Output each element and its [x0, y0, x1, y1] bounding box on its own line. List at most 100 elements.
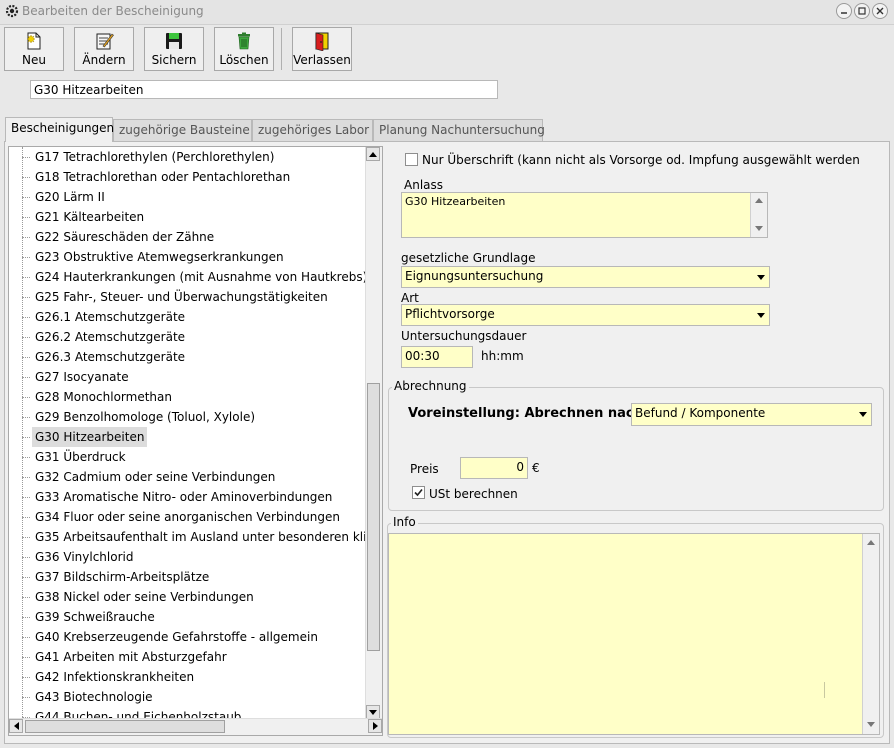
list-item-label: G40 Krebserzeugende Gefahrstoffe - allge…: [35, 630, 318, 644]
price-input[interactable]: 0: [460, 457, 528, 479]
tree-branch-line: [22, 477, 30, 478]
tree-branch-line: [22, 577, 30, 578]
maximize-icon: [858, 7, 866, 15]
tree-line: [22, 147, 23, 719]
billing-preset-label: Voreinstellung: Abrechnen nach: [408, 406, 643, 421]
exit-button[interactable]: Verlassen: [292, 27, 352, 71]
duration-input[interactable]: 00:30: [401, 346, 473, 368]
only-heading-checkbox[interactable]: [405, 153, 418, 166]
tree-branch-line: [22, 257, 30, 258]
list-vertical-scrollbar[interactable]: [365, 147, 382, 719]
only-heading-label: Nur Überschrift (kann nicht als Vorsorge…: [422, 153, 860, 167]
billing-preset-value: Befund / Komponente: [635, 406, 766, 420]
list-item-label: G21 Kältearbeiten: [35, 210, 145, 224]
list-item-label: G42 Infektionskrankheiten: [35, 670, 195, 684]
duration-label: Untersuchungsdauer: [401, 329, 527, 343]
scroll-right-button[interactable]: [368, 719, 382, 733]
info-textarea[interactable]: [388, 533, 880, 735]
exit-door-icon: [315, 32, 329, 51]
price-label: Preis: [410, 462, 439, 476]
new-document-icon: [26, 32, 41, 50]
window-title: Bearbeiten der Bescheinigung: [22, 4, 204, 18]
list-item-label: G43 Biotechnologie: [35, 690, 153, 704]
legal-basis-select[interactable]: Eignungsuntersuchung: [401, 266, 770, 288]
list-item-label: G31 Überdruck: [35, 450, 126, 464]
tab-certificates[interactable]: Bescheinigungen: [5, 117, 114, 142]
tree-branch-line: [22, 497, 30, 498]
list-horizontal-scroll-thumb[interactable]: [25, 720, 225, 733]
tree-branch-line: [22, 357, 30, 358]
info-group-title: Info: [391, 515, 418, 529]
scroll-up-button[interactable]: [366, 147, 380, 161]
info-scrollbar[interactable]: [862, 534, 879, 734]
chevron-down-icon: [753, 305, 769, 325]
list-item-label: G20 Lärm II: [35, 190, 105, 204]
info-scroll-up-icon[interactable]: [867, 540, 875, 545]
tree-branch-line: [22, 177, 30, 178]
tree-branch-line: [22, 617, 30, 618]
tab-lab[interactable]: zugehöriges Labor: [252, 119, 373, 141]
close-window-button[interactable]: [872, 3, 888, 19]
occasion-scroll-down-icon[interactable]: [755, 226, 763, 231]
edit-button[interactable]: Ändern: [74, 27, 134, 71]
type-select[interactable]: Pflichtvorsorge: [401, 304, 770, 326]
edit-document-icon: [96, 33, 114, 50]
list-item-label: G26.1 Atemschutzgeräte: [35, 310, 186, 324]
toolbar-separator: [281, 28, 282, 70]
type-label: Art: [401, 291, 419, 305]
chevron-down-icon: [753, 267, 769, 287]
type-value: Pflichtvorsorge: [405, 307, 495, 321]
delete-button-label: Löschen: [219, 53, 269, 67]
tree-branch-line: [22, 217, 30, 218]
certificate-name-field[interactable]: G30 Hitzearbeiten: [30, 80, 498, 99]
tree-branch-line: [22, 537, 30, 538]
tree-branch-line: [22, 237, 30, 238]
info-scroll-down-icon[interactable]: [867, 722, 875, 727]
save-button[interactable]: Sichern: [144, 27, 204, 71]
list-item-label: G27 Isocyanate: [35, 370, 129, 384]
delete-button[interactable]: Löschen: [214, 27, 274, 71]
tree-branch-line: [22, 597, 30, 598]
list-item-label: G24 Hauterkrankungen (mit Ausnahme von H…: [35, 270, 367, 284]
occasion-scroll-up-icon[interactable]: [755, 198, 763, 203]
list-item-label: G32 Cadmium oder seine Verbindungen: [35, 470, 276, 484]
billing-group-title: Abrechnung: [392, 379, 469, 393]
scroll-left-button[interactable]: [9, 719, 23, 733]
edit-button-label: Ändern: [82, 53, 126, 67]
minimize-button[interactable]: [836, 3, 852, 19]
chevron-down-icon: [855, 404, 871, 425]
list-item-label: G23 Obstruktive Atemwegserkrankungen: [35, 250, 284, 264]
certificate-tree-list[interactable]: G17 Tetrachlorethylen (Perchlorethylen) G…: [8, 146, 383, 736]
arrow-up-icon: [369, 151, 377, 157]
list-item-label: G39 Schweißrauche: [35, 610, 155, 624]
close-icon: [876, 7, 884, 15]
new-button[interactable]: Neu: [4, 27, 64, 71]
billing-preset-select[interactable]: Befund / Komponente: [631, 403, 872, 426]
trash-can-icon: [238, 32, 250, 50]
vat-checkbox[interactable]: [412, 486, 425, 499]
tree-branch-line: [22, 377, 30, 378]
occasion-label: Anlass: [404, 178, 444, 192]
arrow-down-icon: [369, 709, 377, 715]
list-item-label: G38 Nickel oder seine Verbindungen: [35, 590, 254, 604]
list-horizontal-scrollbar[interactable]: [9, 718, 382, 735]
app-gear-icon: [5, 4, 19, 18]
tree-branch-line: [22, 697, 30, 698]
tree-branch-line: [22, 397, 30, 398]
vat-label: USt berechnen: [429, 487, 518, 501]
currency-label: €: [532, 461, 540, 475]
list-item-label: G26.2 Atemschutzgeräte: [35, 330, 186, 344]
list-vertical-scroll-thumb[interactable]: [367, 383, 380, 651]
tree-branch-line: [22, 297, 30, 298]
tree-branch-line: [22, 677, 30, 678]
occasion-scrollbar[interactable]: [750, 193, 767, 237]
occasion-textarea[interactable]: G30 Hitzearbeiten: [401, 192, 768, 238]
checkmark-icon: [414, 488, 423, 497]
scroll-down-button[interactable]: [366, 705, 380, 719]
tab-follow-up-planning[interactable]: Planung Nachuntersuchung: [373, 119, 545, 141]
exit-button-label: Verlassen: [293, 53, 351, 67]
text-cursor: [824, 682, 825, 698]
tab-building-blocks[interactable]: zugehörige Bausteine: [113, 119, 252, 141]
arrow-left-icon: [13, 722, 19, 730]
maximize-button[interactable]: [854, 3, 870, 19]
